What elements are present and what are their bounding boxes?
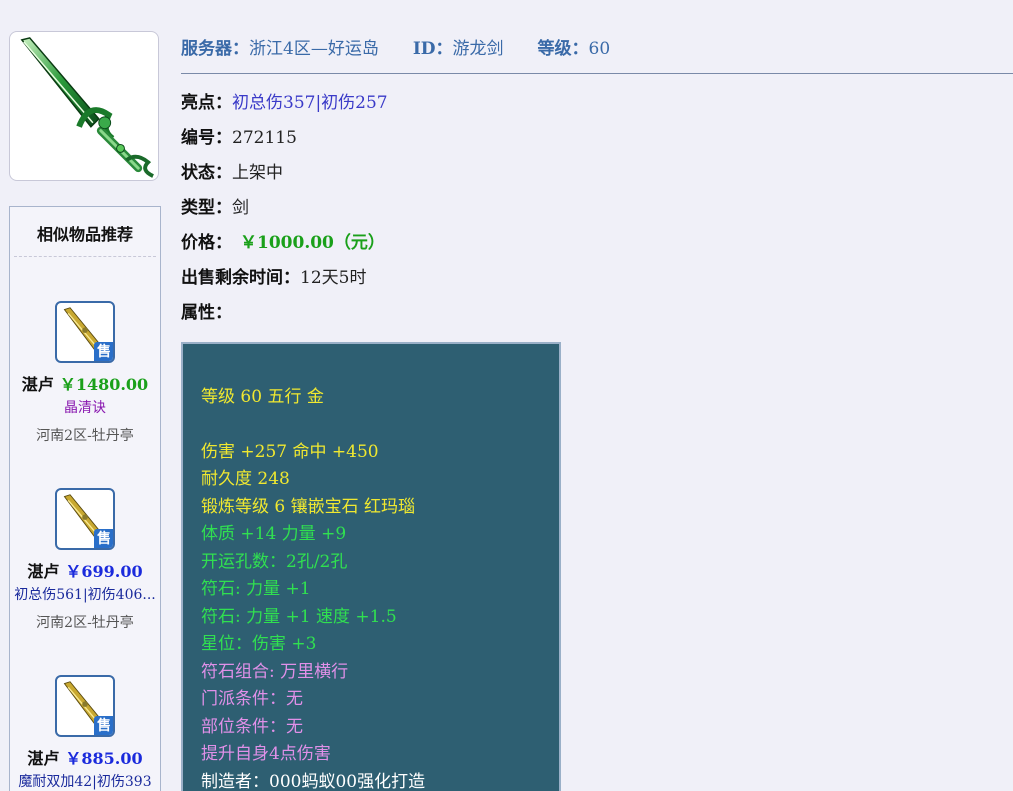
attr-line: 开运孔数：2孔/2孔 xyxy=(201,552,348,572)
level-value: 60 xyxy=(588,39,611,59)
attr-line: 等级 60 五行 金 xyxy=(201,387,324,407)
item-desc[interactable]: 魔耐双加42|初伤393 xyxy=(10,771,160,791)
attributes-box: 等级 60 五行 金 伤害 +257 命中 +450 耐久度 248 锻炼等级 … xyxy=(181,342,561,791)
highlight-row: 亮点：初总伤357|初伤257 xyxy=(181,88,388,113)
attributes-label: 属性： xyxy=(181,303,232,323)
status-value: 上架中 xyxy=(232,163,283,183)
similar-items-panel: 相似物品推荐 售 湛卢 ￥1480.00 晶清诀 河南2区-牡丹亭 售 湛卢 ￥69 xyxy=(9,206,161,791)
seller-name: 湛卢 xyxy=(27,562,60,581)
id-label: ID： xyxy=(412,39,453,59)
sale-badge: 售 xyxy=(94,529,113,548)
attr-line: 锻炼等级 6 镶嵌宝石 红玛瑙 xyxy=(201,497,416,517)
similar-items-title: 相似物品推荐 xyxy=(14,207,156,257)
similar-item-1[interactable]: 售 湛卢 ￥1480.00 晶清诀 河南2区-牡丹亭 xyxy=(10,301,160,445)
item-icon[interactable]: 售 xyxy=(55,488,115,550)
number-label: 编号： xyxy=(181,128,232,148)
item-server: 河南2区-牡丹亭 xyxy=(36,428,134,444)
id-value: 游龙剑 xyxy=(452,39,504,59)
item-price: ￥885.00 xyxy=(65,749,143,768)
server-label: 服务器： xyxy=(181,39,249,59)
similar-item-2[interactable]: 售 湛卢 ￥699.00 初总伤561|初伤406... 河南2区-牡丹亭 xyxy=(10,488,160,632)
item-desc[interactable]: 晶清诀 xyxy=(10,397,160,417)
attr-line: 制造者：000蚂蚁00强化打造 xyxy=(201,772,426,791)
sale-badge: 售 xyxy=(94,342,113,361)
similar-item-3[interactable]: 售 湛卢 ￥885.00 魔耐双加42|初伤393 xyxy=(10,675,160,791)
attr-line: 符石组合: 万里横行 xyxy=(201,662,349,682)
item-header: 服务器：浙江4区—好运岛 ID：游龙剑 等级：60 xyxy=(181,34,1013,74)
price-label: 价格： xyxy=(181,233,232,253)
attr-line: 门派条件：无 xyxy=(201,689,303,709)
item-price: ￥1480.00 xyxy=(59,375,149,394)
item-icon[interactable]: 售 xyxy=(55,675,115,737)
number-value: 272115 xyxy=(232,128,297,148)
price-row: 价格： ￥1000.00（元） xyxy=(181,228,385,253)
seller-name: 湛卢 xyxy=(21,375,54,394)
attr-line: 体质 +14 力量 +9 xyxy=(201,524,347,544)
remaining-label: 出售剩余时间： xyxy=(181,268,300,288)
type-label: 类型： xyxy=(181,198,232,218)
seller-name: 湛卢 xyxy=(27,749,60,768)
type-row: 类型：剑 xyxy=(181,193,249,218)
attributes-row: 属性： xyxy=(181,298,232,323)
highlight-value: 初总伤357|初伤257 xyxy=(232,93,388,113)
attr-line: 伤害 +257 命中 +450 xyxy=(201,442,379,462)
type-value: 剑 xyxy=(232,198,249,218)
sale-badge: 售 xyxy=(94,716,113,735)
number-row: 编号：272115 xyxy=(181,123,297,148)
sword-icon xyxy=(20,37,154,178)
remaining-value: 12天5时 xyxy=(300,268,367,288)
item-icon[interactable]: 售 xyxy=(55,301,115,363)
attr-line: 提升自身4点伤害 xyxy=(201,744,331,764)
level-label: 等级： xyxy=(537,39,589,59)
item-desc[interactable]: 初总伤561|初伤406... xyxy=(10,584,160,604)
highlight-label: 亮点： xyxy=(181,93,232,113)
attr-line: 星位：伤害 +3 xyxy=(201,634,317,654)
attr-line: 符石: 力量 +1 xyxy=(201,579,311,599)
price-value: ￥1000.00（元） xyxy=(240,233,385,253)
remaining-time-row: 出售剩余时间：12天5时 xyxy=(181,263,366,288)
item-thumbnail xyxy=(9,31,159,181)
attr-line: 部位条件：无 xyxy=(201,717,303,737)
item-price: ￥699.00 xyxy=(65,562,143,581)
status-row: 状态：上架中 xyxy=(181,158,283,183)
attr-line: 耐久度 248 xyxy=(201,469,290,489)
server-value: 浙江4区—好运岛 xyxy=(249,39,379,59)
attr-line: 符石: 力量 +1 速度 +1.5 xyxy=(201,607,397,627)
item-server: 河南2区-牡丹亭 xyxy=(36,615,134,631)
status-label: 状态： xyxy=(181,163,232,183)
